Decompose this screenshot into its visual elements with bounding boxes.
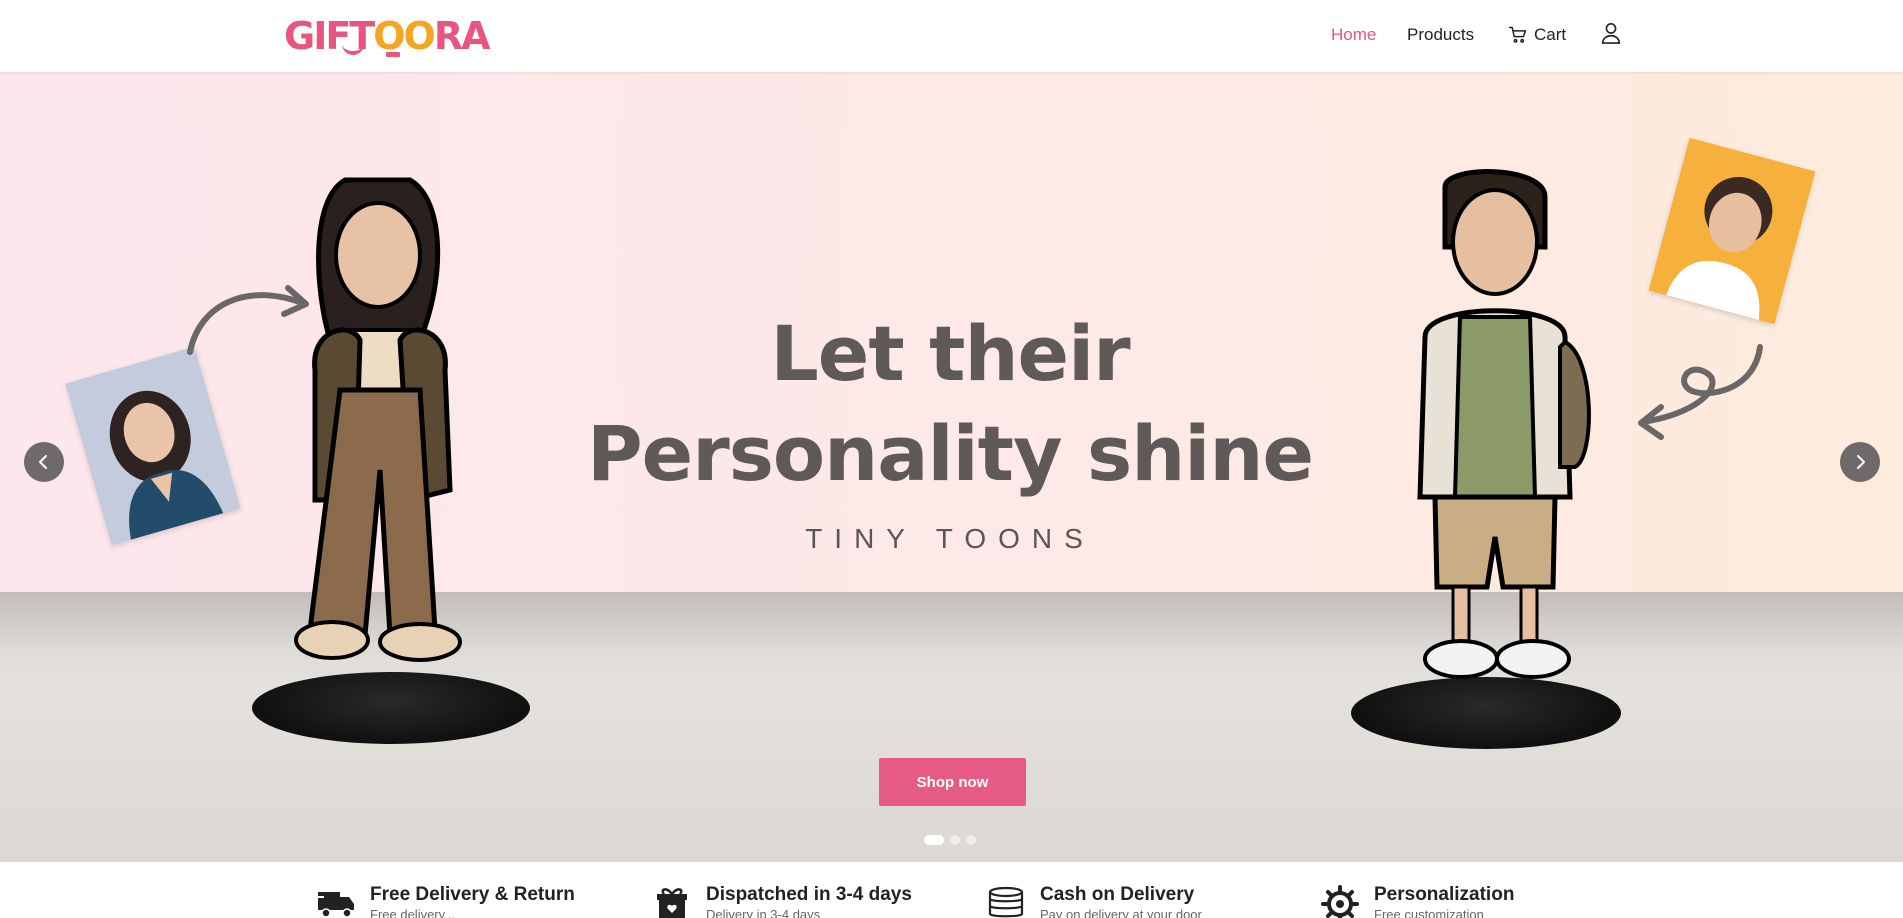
feature-free-delivery: Free Delivery & Return Free delivery... [316, 884, 575, 918]
girl-caricature-figure [294, 177, 462, 662]
feature-subtitle: Free customization [1374, 907, 1484, 918]
feature-title: Cash on Delivery [1040, 884, 1195, 905]
figure-stand-right [1351, 677, 1621, 749]
gift-box-icon [657, 888, 687, 918]
carousel-dot-2[interactable] [950, 835, 960, 845]
brand-logo[interactable]: GIFTOORA [284, 14, 490, 58]
hero-subtitle: TINY TOONS [805, 523, 1095, 554]
boy-photo [1648, 137, 1816, 325]
boy-caricature-figure [1417, 169, 1591, 679]
feature-subtitle: Delivery in 3-4 days [706, 907, 821, 918]
chevron-left-icon [39, 455, 47, 469]
cart-icon [1508, 26, 1527, 43]
feature-subtitle: Pay on delivery at your door [1040, 907, 1202, 918]
nav-cart-link[interactable]: Cart [1508, 24, 1566, 46]
shop-now-button[interactable]: Shop now [879, 758, 1026, 806]
curved-arrow-right [1638, 344, 1763, 440]
carousel-next-button[interactable] [1840, 442, 1880, 482]
feature-title: Free Delivery & Return [370, 884, 575, 905]
hero-banner: Let their Personality shine TINY TOONS S… [0, 72, 1903, 862]
gear-icon [1321, 885, 1359, 918]
delivery-truck-icon [316, 892, 354, 918]
feature-dispatch: Dispatched in 3-4 days Delivery in 3-4 d… [652, 884, 912, 918]
logo-tag-mark [386, 52, 400, 57]
hero-headline-line2: Personality shine [586, 409, 1314, 498]
hero-headline-line1: Let their [770, 309, 1130, 398]
carousel-indicators [924, 835, 976, 845]
features-strip: Free Delivery & Return Free delivery... … [0, 862, 1903, 918]
feature-title: Dispatched in 3-4 days [706, 884, 912, 905]
site-header: GIFTOORA Home Products Cart [0, 0, 1903, 72]
coins-icon [988, 886, 1024, 918]
user-icon [1601, 23, 1621, 44]
account-button[interactable] [1600, 22, 1622, 44]
feature-subtitle: Free delivery... [370, 907, 456, 918]
carousel-prev-button[interactable] [24, 442, 64, 482]
girl-photo [65, 346, 241, 546]
cart-label: Cart [1534, 25, 1567, 44]
feature-cash-on-delivery: Cash on Delivery Pay on delivery at your… [986, 884, 1202, 918]
feature-title: Personalization [1374, 884, 1515, 905]
nav-home-link[interactable]: Home [1331, 24, 1376, 46]
feature-personalization: Personalization Free customization [1320, 884, 1514, 918]
nav-products-link[interactable]: Products [1407, 24, 1474, 46]
chevron-right-icon [1857, 455, 1865, 469]
carousel-dot-3[interactable] [966, 835, 976, 845]
carousel-dot-1[interactable] [924, 835, 944, 845]
